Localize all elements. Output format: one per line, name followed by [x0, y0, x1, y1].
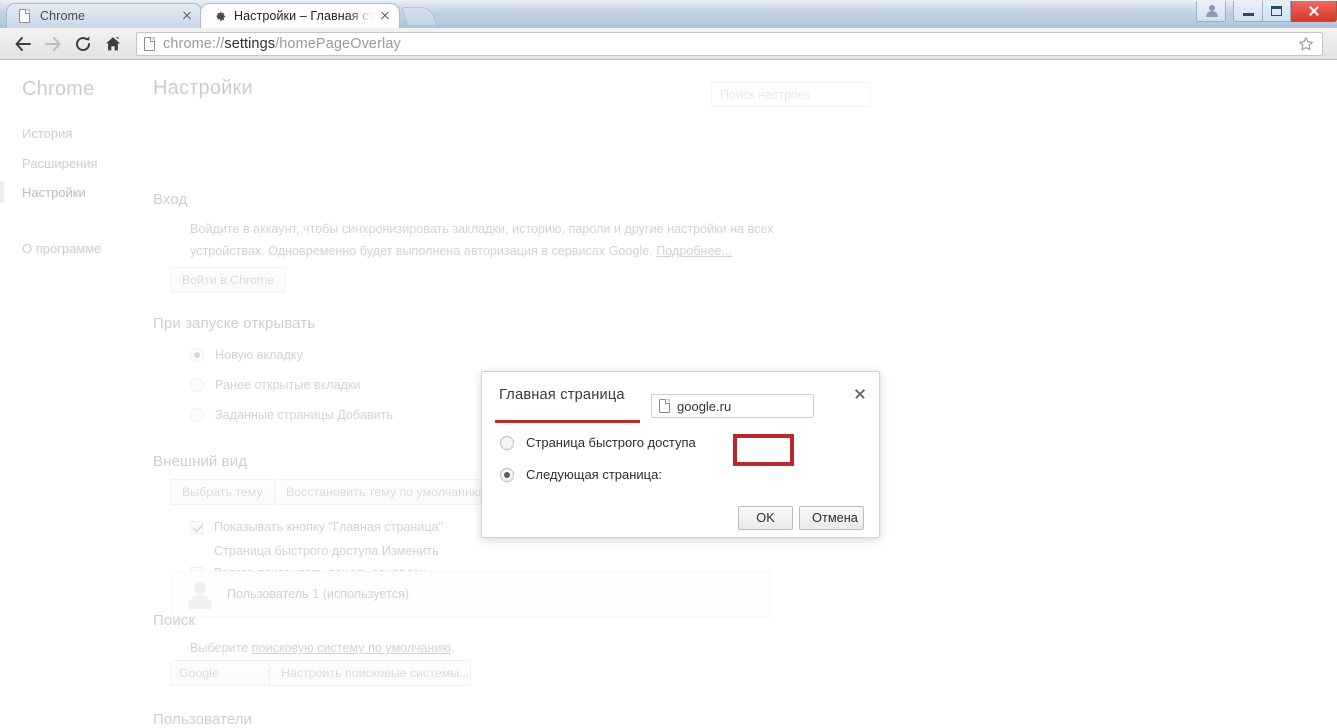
home-button[interactable] [98, 29, 128, 59]
window-controls [1196, 1, 1337, 25]
dialog-option-label: Следующая страница: [526, 467, 662, 482]
tab-strip: Chrome Настройки – Главная стр [0, 0, 1337, 28]
reload-button[interactable] [68, 29, 98, 59]
radio-icon [500, 435, 514, 450]
dialog-close-icon[interactable] [849, 382, 871, 404]
forward-arrow-icon [45, 36, 61, 51]
tab-close-icon[interactable] [179, 8, 195, 24]
back-arrow-icon [15, 36, 31, 51]
page-icon [144, 36, 155, 51]
close-icon [1308, 5, 1320, 17]
close-window-button[interactable] [1291, 1, 1337, 22]
dialog-option-open-this-page[interactable]: Следующая страница: [500, 467, 662, 482]
bookmark-star-icon[interactable] [1294, 33, 1318, 55]
ok-button[interactable]: OK [738, 506, 793, 530]
sidebar-brand: Chrome [22, 78, 95, 100]
home-icon [106, 36, 120, 50]
annotation-underline [495, 420, 640, 423]
settings-page: Chrome История Расширения Настройки О пр… [0, 61, 1337, 728]
dialog-option-new-tab-page[interactable]: Страница быстрого доступа [500, 435, 696, 450]
page-icon [659, 399, 670, 413]
browser-tab-1[interactable]: Chrome [6, 3, 202, 28]
minimize-button[interactable] [1233, 1, 1262, 22]
browser-window: Chrome Настройки – Главная стр chrome://… [0, 0, 1337, 728]
url-prefix: chrome:// [163, 35, 225, 52]
back-button[interactable] [8, 29, 38, 59]
browser-tab-2[interactable]: Настройки – Главная стр [200, 3, 400, 28]
radio-icon [500, 467, 514, 482]
tab-title: Настройки – Главная стр [234, 9, 373, 23]
minimize-icon [1242, 13, 1254, 16]
url-text: chrome://settings/homePageOverlay [163, 36, 1294, 52]
maximize-button[interactable] [1262, 1, 1291, 22]
home-page-url-value: google.ru [677, 398, 732, 414]
page-icon [17, 8, 33, 24]
settings-search-input[interactable] [711, 82, 871, 107]
tab-title: Chrome [40, 9, 86, 23]
forward-button[interactable] [38, 29, 68, 59]
dialog-title: Главная страница [499, 387, 625, 403]
cancel-button[interactable]: Отмена [799, 506, 864, 530]
url-bold: settings [224, 35, 276, 52]
page-title: Настройки [153, 77, 253, 99]
user-avatar-button[interactable] [1196, 1, 1226, 22]
user-icon [1205, 5, 1218, 17]
dialog-option-label: Страница быстрого доступа [526, 435, 696, 450]
maximize-icon [1271, 6, 1282, 16]
home-page-url-input[interactable]: google.ru [651, 394, 814, 418]
gear-icon [211, 8, 227, 24]
reload-icon [76, 36, 91, 51]
browser-toolbar: chrome://settings/homePageOverlay [0, 28, 1337, 60]
tab-close-icon[interactable] [377, 8, 393, 24]
new-tab-button[interactable] [401, 7, 437, 25]
address-bar[interactable]: chrome://settings/homePageOverlay [136, 31, 1323, 56]
url-suffix: /homePageOverlay [275, 35, 401, 52]
